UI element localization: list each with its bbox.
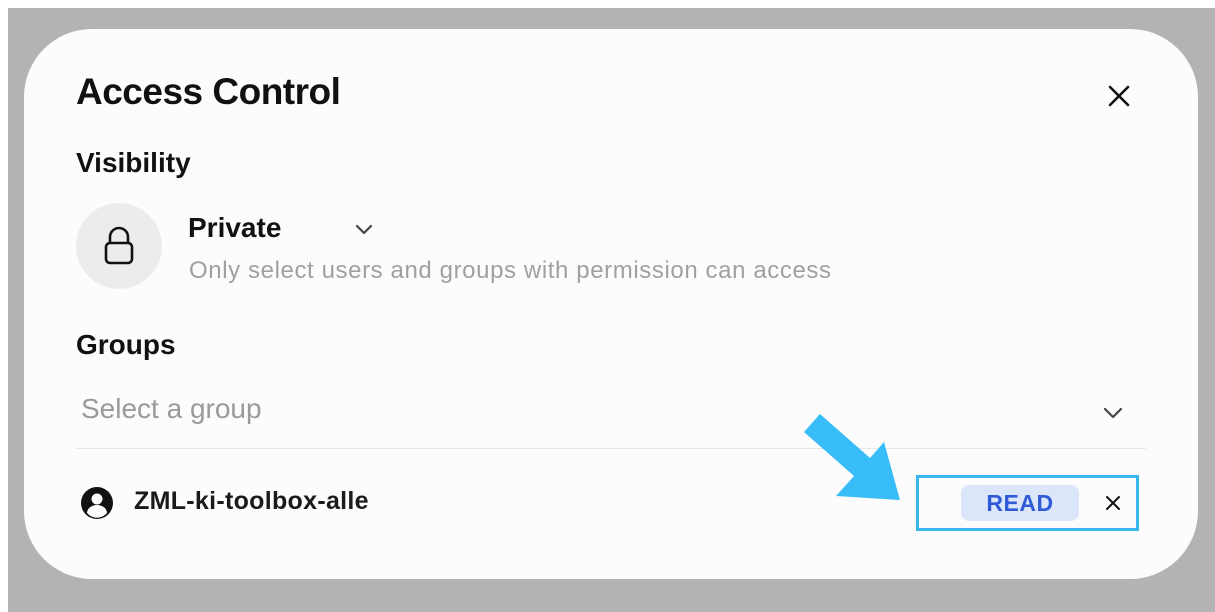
access-control-dialog: Access Control Visibility Private Only s… [24, 29, 1198, 579]
visibility-dropdown-button[interactable] [350, 215, 378, 243]
groups-label: Groups [76, 329, 176, 360]
permission-badge[interactable]: READ [961, 485, 1079, 521]
pointer-arrow-icon [804, 414, 900, 500]
remove-group-button[interactable] [1101, 491, 1125, 515]
close-icon [1106, 496, 1120, 510]
visibility-description: Only select users and groups with permis… [189, 257, 832, 284]
close-button[interactable] [1104, 81, 1136, 113]
chevron-down-icon [355, 224, 373, 235]
close-icon [1108, 85, 1130, 107]
visibility-label: Visibility [76, 147, 191, 178]
lock-icon [104, 226, 134, 265]
dialog-title: Access Control [76, 71, 341, 112]
group-name: ZML-ki-toolbox-alle [134, 487, 369, 515]
visibility-icon-container [76, 203, 162, 289]
visibility-selected[interactable]: Private [188, 212, 281, 244]
group-select-placeholder: Select a group [81, 393, 262, 424]
permission-controls-highlight: READ [916, 475, 1139, 531]
chevron-down-icon [1103, 407, 1123, 419]
group-select[interactable]: Select a group [76, 384, 1146, 449]
user-circle-icon [81, 487, 113, 519]
